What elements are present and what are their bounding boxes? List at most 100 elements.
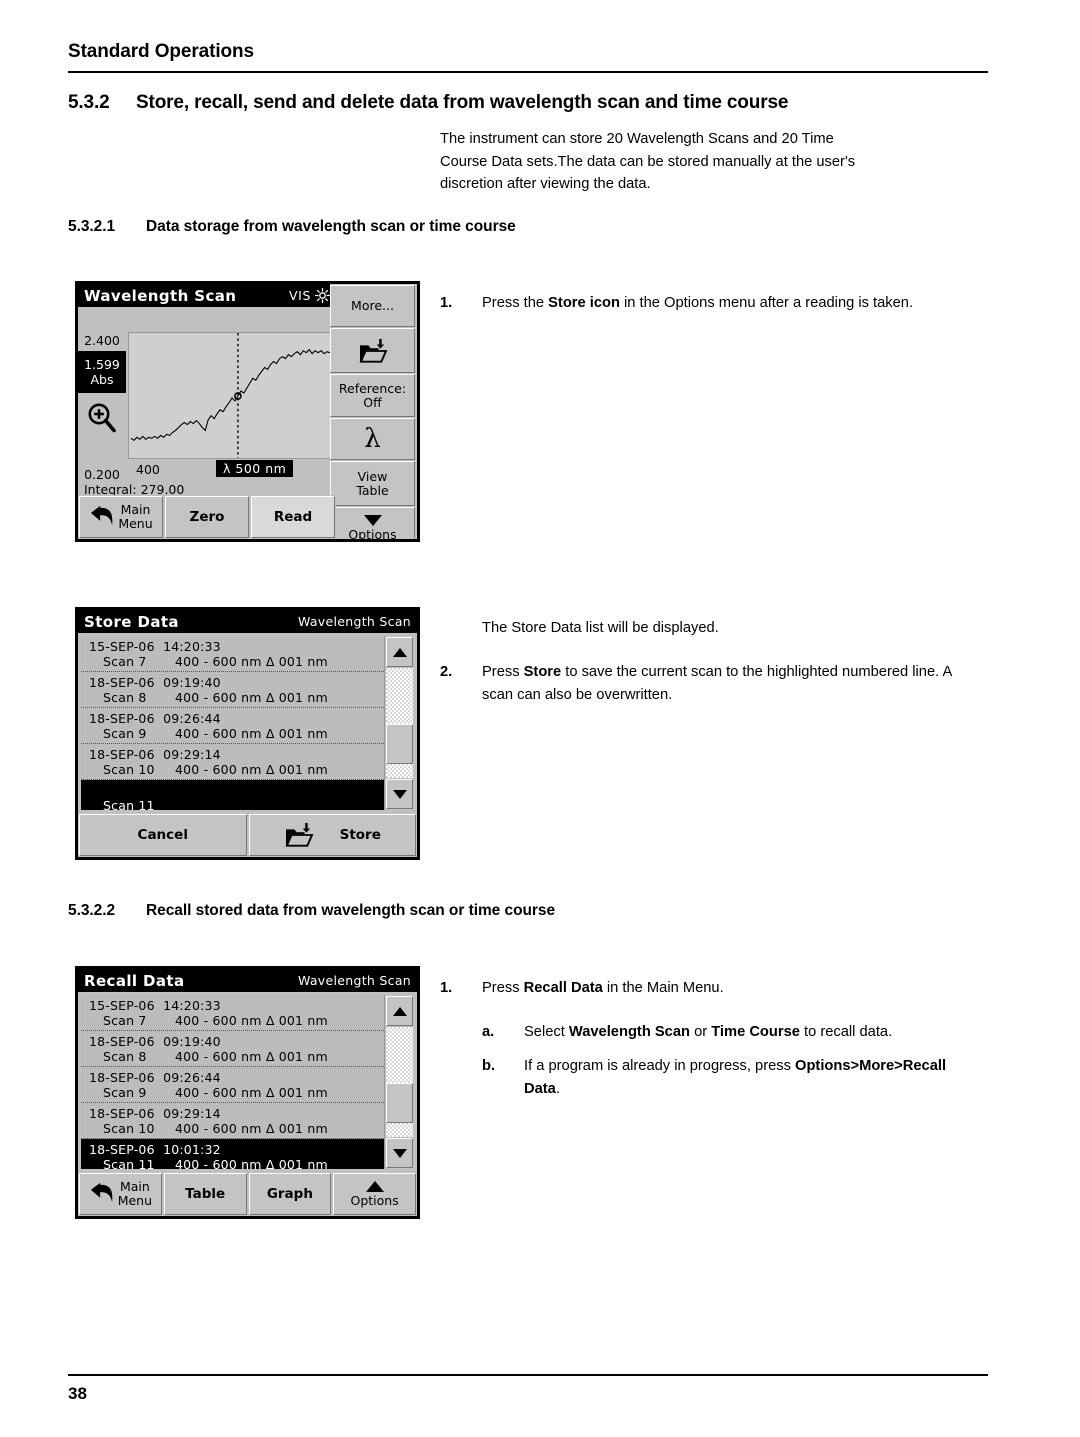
table-row[interactable]: 18-SEP-06 09:19:40 Scan 8 400 - 600 nm Δ … [81, 1031, 384, 1067]
softkey-more[interactable]: More... [330, 285, 415, 327]
recall-scroll-track[interactable] [386, 1027, 413, 1137]
recall-step-a-bold-b: Time Course [711, 1024, 800, 1040]
recall-step-b-text-a: If a program is already in progress, pre… [524, 1058, 796, 1074]
store-row-4-datetime [89, 783, 384, 798]
recall-scroll-space-top [386, 1027, 413, 1083]
table-row[interactable]: 18-SEP-06 09:29:14 Scan 10 400 - 600 nm Δ… [81, 744, 384, 780]
store-row-3-detail: Scan 10 400 - 600 nm Δ 001 nm [89, 762, 384, 777]
recall-row-4-datetime: 18-SEP-06 10:01:32 [89, 1142, 384, 1157]
softkey-view-table[interactable]: View Table [330, 461, 415, 506]
magnifier-plus-icon[interactable] [86, 402, 118, 434]
triangle-down-icon [363, 514, 382, 526]
recall-main-menu-button[interactable]: Main Menu [79, 1173, 162, 1215]
wls-main-menu-line1: Main [120, 502, 151, 517]
running-head: Standard Operations [68, 41, 255, 62]
step-1-bold-a: Store icon [548, 295, 620, 311]
store-scrollbar[interactable] [384, 636, 414, 810]
store-title-bar: Store Data Wavelength Scan [78, 610, 417, 633]
softkey-reference[interactable]: Reference: Off [330, 374, 415, 417]
table-row[interactable]: 18-SEP-06 09:19:40 Scan 8 400 - 600 nm Δ … [81, 672, 384, 708]
page-header: Standard Operations [68, 40, 988, 73]
wls-plot-area[interactable] [128, 332, 333, 459]
store-rows: 15-SEP-06 14:20:33 Scan 7 400 - 600 nm Δ … [81, 636, 384, 810]
device-screen-wavelength-scan: Wavelength Scan VIS 2.400 1.599 Abs 0.20… [75, 281, 420, 542]
store-scroll-up-button[interactable] [386, 637, 413, 667]
table-row[interactable]: 18-SEP-06 09:26:44 Scan 9 400 - 600 nm Δ … [81, 708, 384, 744]
store-scroll-down-button[interactable] [386, 779, 413, 809]
recall-row-0-date: 15-SEP-06 [89, 998, 155, 1013]
device-screen-store-data: Store Data Wavelength Scan 15-SEP-06 14:… [75, 607, 420, 860]
recall-subtitle: Wavelength Scan [297, 973, 411, 988]
recall-scrollbar[interactable] [384, 995, 414, 1169]
recall-row-1-name: Scan 8 [103, 1049, 147, 1064]
section-heading-5321: 5.3.2.1 Data storage from wavelength scan… [68, 218, 516, 236]
recall-graph-label: Graph [266, 1186, 313, 1202]
recall-step-a-text-b: or [689, 1024, 712, 1040]
recall-step-a: a. Select Wavelength Scan or Time Course… [440, 1021, 985, 1044]
page-footer: 38 [68, 1374, 988, 1404]
recall-row-3-detail: Scan 10 400 - 600 nm Δ 001 nm [89, 1121, 384, 1136]
storage-step-2: 2. Press Store to save the current scan … [440, 661, 985, 706]
footer-rule [68, 1374, 988, 1376]
triangle-down-icon [392, 1148, 407, 1158]
table-row[interactable]: 15-SEP-06 14:20:33 Scan 7 400 - 600 nm Δ … [81, 995, 384, 1031]
softkey-options-label: Options [348, 526, 397, 542]
recall-row-2-time: 09:26:44 [163, 1070, 221, 1085]
section-number-532: 5.3.2 [68, 92, 110, 113]
recall-row-3-name: Scan 10 [103, 1121, 155, 1136]
wls-x-start-label: 400 [136, 462, 160, 477]
recall-step-b-marker: b. [482, 1058, 496, 1074]
table-row-selected[interactable]: 18-SEP-06 10:01:32 Scan 11 400 - 600 nm Δ… [81, 1139, 384, 1169]
store-row-3-time: 09:29:14 [163, 747, 221, 762]
wls-mode-label: VIS [289, 288, 311, 303]
store-row-2-range: 400 - 600 nm Δ 001 nm [175, 726, 328, 741]
recall-title: Recall Data [84, 971, 185, 990]
storage-note: The Store Data list will be displayed. [440, 617, 985, 640]
store-cancel-button[interactable]: Cancel [79, 814, 247, 856]
recall-scroll-up-button[interactable] [386, 996, 413, 1026]
table-row[interactable]: 15-SEP-06 14:20:33 Scan 7 400 - 600 nm Δ … [81, 636, 384, 672]
softkey-lambda[interactable]: λ [330, 418, 415, 460]
store-scroll-track[interactable] [386, 668, 413, 778]
wls-main-menu-button[interactable]: Main Menu [79, 496, 163, 538]
wls-y-axis: 2.400 1.599 Abs 0.200 [78, 307, 126, 502]
recall-table-button[interactable]: Table [163, 1173, 247, 1215]
recall-main-menu-line2: Menu [117, 1193, 153, 1208]
store-row-0-detail: Scan 7 400 - 600 nm Δ 001 nm [89, 654, 384, 669]
recall-options-label: Options [350, 1192, 399, 1208]
recall-main-menu-line1: Main [119, 1179, 150, 1194]
softkey-store[interactable] [330, 328, 415, 373]
recall-scroll-down-button[interactable] [386, 1138, 413, 1168]
wls-main-menu-line2: Menu [118, 516, 153, 531]
softkey-options[interactable]: Options [330, 507, 415, 542]
wls-zero-button[interactable]: Zero [165, 496, 249, 538]
store-folder-icon [359, 338, 387, 363]
store-scroll-thumb[interactable] [386, 724, 413, 764]
store-confirm-button[interactable]: Store [248, 814, 416, 856]
recall-row-0-name: Scan 7 [103, 1013, 147, 1028]
intro-line-2: Course Data sets.The data can be stored … [440, 153, 856, 170]
table-row-selected[interactable]: Scan 11 [81, 780, 384, 810]
recall-graph-button[interactable]: Graph [248, 1173, 332, 1215]
recall-step-a-item: a. Select Wavelength Scan or Time Course… [482, 1021, 985, 1044]
wls-read-button[interactable]: Read [251, 496, 335, 538]
store-row-1-detail: Scan 8 400 - 600 nm Δ 001 nm [89, 690, 384, 705]
table-row[interactable]: 18-SEP-06 09:26:44 Scan 9 400 - 600 nm Δ … [81, 1067, 384, 1103]
store-row-0-range: 400 - 600 nm Δ 001 nm [175, 654, 328, 669]
store-title: Store Data [84, 612, 179, 631]
recall-options-button[interactable]: Options [333, 1173, 416, 1215]
recall-row-1-datetime: 18-SEP-06 09:19:40 [89, 1034, 384, 1049]
step-1-text-b: in the Options menu after a reading is t… [619, 295, 914, 311]
wls-cursor-unit: Abs [90, 372, 114, 387]
recall-scroll-thumb[interactable] [386, 1083, 413, 1123]
table-row[interactable]: 18-SEP-06 09:29:14 Scan 10 400 - 600 nm Δ… [81, 1103, 384, 1139]
step-2-text-a: Press [482, 664, 524, 680]
section-number-5322: 5.3.2.2 [68, 902, 116, 919]
back-arrow-icon [90, 1182, 113, 1203]
sun-icon [315, 288, 330, 303]
wls-read-label: Read [273, 509, 313, 525]
step-1-marker: 1. [440, 295, 453, 311]
store-row-2-date: 18-SEP-06 [89, 711, 155, 726]
store-list-note: The Store Data list will be displayed. [482, 620, 719, 636]
intro-line-3: discretion after viewing the data. [440, 176, 651, 193]
